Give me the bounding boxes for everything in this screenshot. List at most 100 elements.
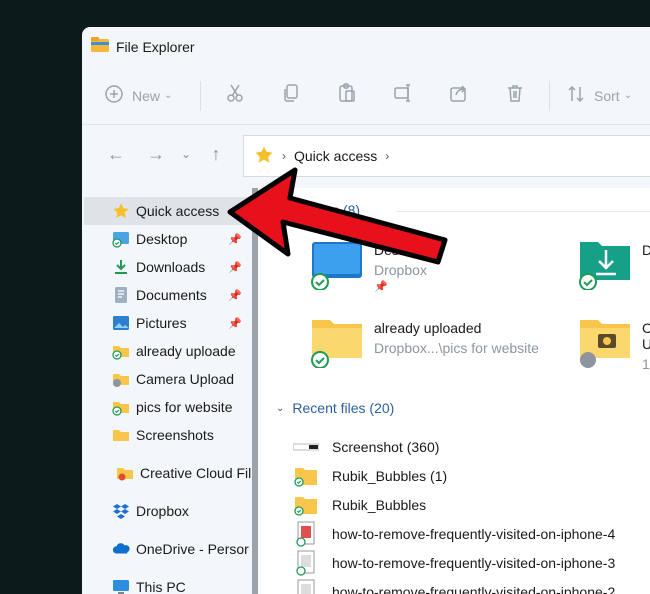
share-icon xyxy=(449,83,469,108)
folder-name: Camera Uploads xyxy=(642,320,650,352)
sidebar-item-label: Creative Cloud Fil xyxy=(140,465,252,481)
sidebar-item-this-pc[interactable]: This PC xyxy=(82,573,252,594)
sidebar-item-desktop[interactable]: Desktop 📌 xyxy=(82,225,252,253)
folder-location: Dropbox xyxy=(374,262,427,278)
folder-tile-downloads[interactable]: Downloads xyxy=(578,234,650,295)
paste-icon xyxy=(337,83,357,108)
up-arrow-icon[interactable]: ↑ xyxy=(196,144,236,165)
sidebar-item-documents[interactable]: Documents 📌 xyxy=(82,281,252,309)
folder-tile-desktop[interactable]: Desktop Dropbox 📌 xyxy=(310,234,427,295)
breadcrumb-chevron-icon: › xyxy=(385,149,390,163)
camera-folder-icon xyxy=(578,312,634,373)
star-icon xyxy=(254,145,274,168)
sidebar-item-dropbox[interactable]: Dropbox xyxy=(82,497,252,525)
delete-button[interactable] xyxy=(487,83,543,108)
download-icon xyxy=(112,258,130,276)
toolbar-divider xyxy=(200,80,201,111)
sidebar-item-pictures[interactable]: Pictures 📌 xyxy=(82,309,252,337)
chevron-down-icon: ⌄ xyxy=(623,90,633,101)
sidebar-item-label: already uploade xyxy=(136,343,236,359)
forward-arrow-icon[interactable]: → xyxy=(136,144,176,165)
sidebar-item-screenshots[interactable]: Screenshots xyxy=(82,421,252,449)
sidebar-item-label: Desktop xyxy=(136,231,188,247)
folders-section-header[interactable]: ⌄ Folders (8) xyxy=(276,202,650,218)
recent-file-item[interactable]: how-to-remove-frequently-visited-on-ipho… xyxy=(292,579,615,594)
recent-files-section-label: Recent files (20) xyxy=(292,400,395,416)
share-button[interactable] xyxy=(431,83,487,108)
folder-tile-camera-uploads[interactable]: Camera Uploads 16 xyxy=(578,312,650,373)
sidebar-item-pics-for-website[interactable]: pics for website xyxy=(82,393,252,421)
window-title: File Explorer xyxy=(116,39,195,55)
recent-files-section-header[interactable]: ⌄ Recent files (20) xyxy=(276,400,394,416)
image-file-icon xyxy=(292,579,320,594)
recent-file-item[interactable]: Rubik_Bubbles xyxy=(292,492,426,518)
rename-icon xyxy=(393,83,413,108)
dropbox-icon xyxy=(112,502,130,520)
chevron-down-icon: ⌄ xyxy=(276,402,285,414)
scissors-icon xyxy=(225,83,245,108)
recent-file-name: Screenshot (360) xyxy=(332,439,440,455)
sidebar-item-label: Dropbox xyxy=(136,503,189,519)
sidebar-item-label: Downloads xyxy=(136,259,206,275)
folder-name: Desktop xyxy=(374,242,426,258)
sidebar-item-camera-uploads[interactable]: Camera Upload xyxy=(82,365,252,393)
pin-icon: 📌 xyxy=(228,233,242,246)
pictures-icon xyxy=(112,314,130,332)
paste-button[interactable] xyxy=(319,83,375,108)
address-bar[interactable]: › Quick access › xyxy=(243,135,650,177)
onedrive-icon xyxy=(112,540,130,558)
recent-file-item[interactable]: Rubik_Bubbles (1) xyxy=(292,463,447,489)
folder-icon xyxy=(310,312,366,373)
sidebar-item-label: This PC xyxy=(136,579,186,594)
title-bar: File Explorer xyxy=(82,27,650,67)
recent-file-item[interactable]: how-to-remove-frequently-visited-on-ipho… xyxy=(292,550,615,576)
image-file-icon xyxy=(292,550,320,576)
rename-button[interactable] xyxy=(375,83,431,108)
recent-file-item[interactable]: Screenshot (360) xyxy=(292,434,439,460)
cut-button[interactable] xyxy=(207,83,263,108)
folder-icon xyxy=(112,426,130,444)
sidebar-item-quick-access[interactable]: Quick access xyxy=(84,197,252,225)
sidebar-item-already-uploaded[interactable]: already uploade xyxy=(82,337,252,365)
camera-folder-icon xyxy=(112,370,130,388)
folder-icon xyxy=(112,342,130,360)
copy-button[interactable] xyxy=(263,83,319,108)
sidebar-item-creative-cloud[interactable]: Creative Cloud Fil xyxy=(86,459,252,487)
new-label: New xyxy=(132,87,161,104)
content-pane: ⌄ Folders (8) Desktop Dropbox 📌 Download… xyxy=(258,188,650,594)
folder-icon xyxy=(112,398,130,416)
folder-tile-already-uploaded[interactable]: already uploaded Dropbox...\pics for web… xyxy=(310,312,539,373)
folders-section-label: Folders (8) xyxy=(292,202,361,218)
sort-button[interactable]: Sort ⌄ xyxy=(566,84,632,107)
sidebar-item-onedrive[interactable]: OneDrive - Persor xyxy=(82,535,252,563)
sidebar-item-label: Camera Upload xyxy=(136,371,235,387)
copy-icon xyxy=(281,83,301,108)
sidebar-item-label: Pictures xyxy=(136,315,187,331)
folder-name: already uploaded xyxy=(374,320,482,336)
pin-icon: 📌 xyxy=(374,281,388,293)
this-pc-icon xyxy=(112,578,130,594)
sidebar-item-downloads[interactable]: Downloads 📌 xyxy=(82,253,252,281)
file-explorer-icon xyxy=(90,36,110,59)
downloads-folder-icon xyxy=(578,234,634,295)
sort-icon xyxy=(566,84,586,107)
breadcrumb-chevron-icon: › xyxy=(282,149,286,163)
breadcrumb-quick-access[interactable]: Quick access xyxy=(294,148,377,164)
desktop-icon xyxy=(112,230,130,248)
folder-icon xyxy=(292,463,320,489)
back-arrow-icon[interactable]: ← xyxy=(96,144,136,165)
recent-file-name: Rubik_Bubbles xyxy=(332,497,427,513)
recent-file-item[interactable]: how-to-remove-frequently-visited-on-ipho… xyxy=(292,521,615,547)
image-file-icon xyxy=(292,521,320,547)
star-icon xyxy=(112,202,130,220)
trash-icon xyxy=(505,83,525,108)
sidebar-item-label: OneDrive - Persor xyxy=(136,541,249,557)
new-button[interactable]: New ⌄ xyxy=(104,84,194,107)
folder-location: Dropbox...\pics for website xyxy=(374,340,539,356)
folder-location: 16 xyxy=(642,356,650,372)
recent-locations-chevron-icon[interactable]: ⌄ xyxy=(176,147,196,161)
toolbar-divider xyxy=(549,80,550,111)
